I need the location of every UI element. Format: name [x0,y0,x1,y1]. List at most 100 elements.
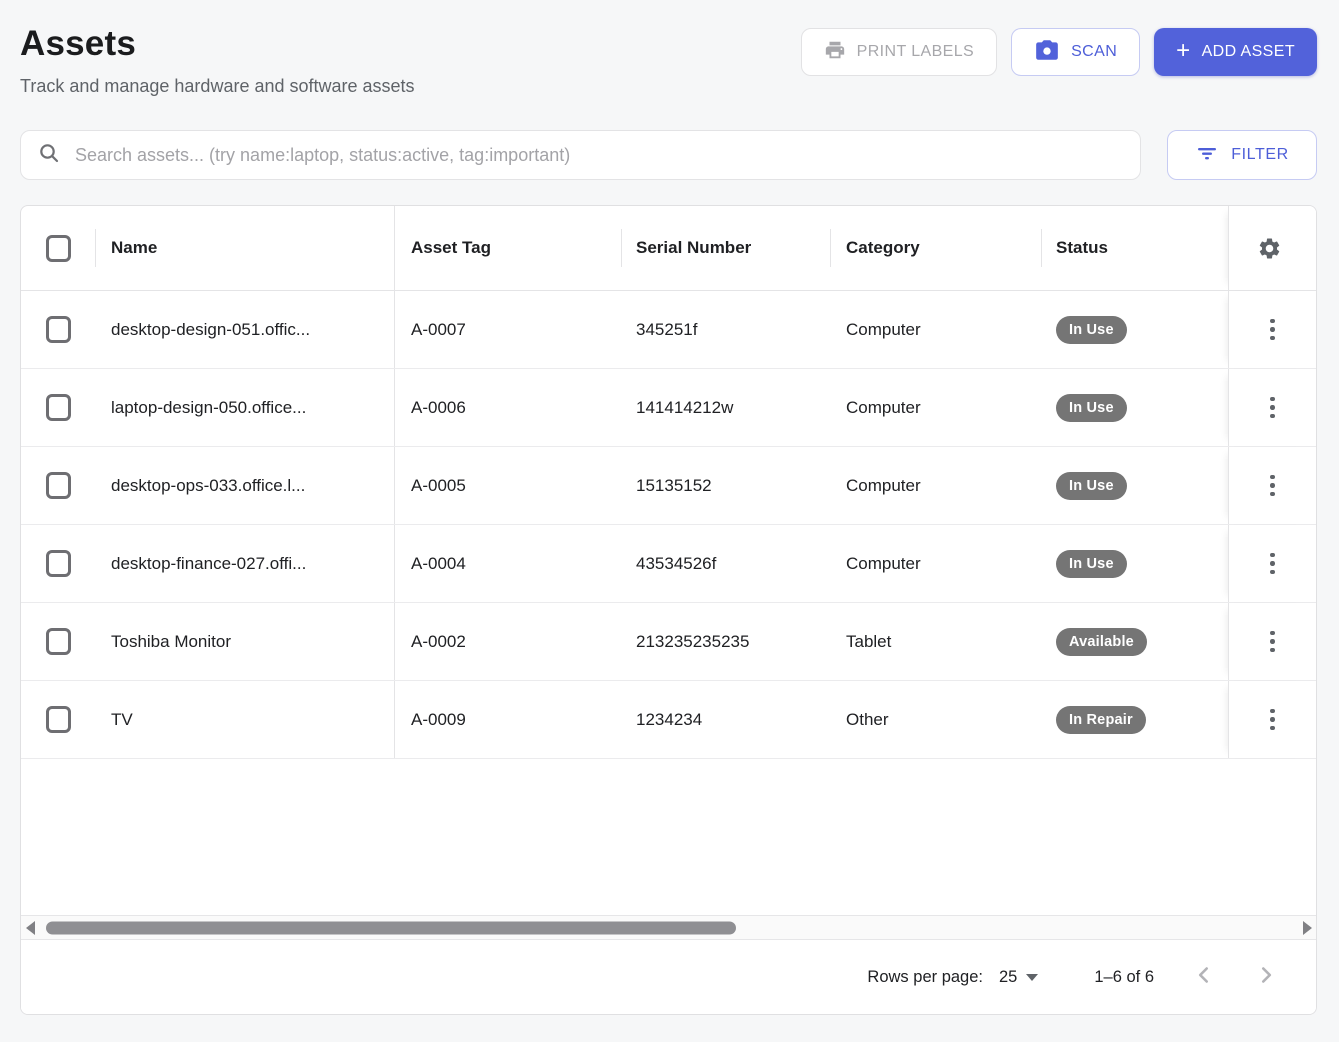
select-all-checkbox[interactable] [46,235,71,262]
pagination-range: 1–6 of 6 [1094,968,1154,987]
chevron-down-icon [1026,974,1038,981]
row-checkbox[interactable] [46,550,71,577]
kebab-menu-icon[interactable] [1264,313,1281,347]
rows-per-page-label: Rows per page: [867,968,983,987]
cell-name[interactable]: desktop-design-051.offic... [95,291,395,368]
filter-button[interactable]: FILTER [1167,130,1317,180]
row-select-cell [21,525,95,602]
kebab-menu-icon[interactable] [1264,703,1281,737]
cell-category: Computer [830,291,1041,368]
cell-name[interactable]: desktop-finance-027.offi... [95,525,395,602]
header-asset-tag[interactable]: Asset Tag [395,206,621,290]
cell-status: In Use [1041,447,1228,524]
header-name[interactable]: Name [95,206,395,290]
cell-name[interactable]: TV [95,681,395,758]
previous-page-button[interactable] [1184,957,1224,997]
cell-status: In Use [1041,525,1228,602]
triangle-left-icon [26,921,35,935]
table-row: TV A-0009 1234234 Other In Repair [21,681,1316,759]
cell-asset-tag: A-0006 [395,369,621,446]
title-block: Assets Track and manage hardware and sof… [20,24,415,97]
search-input[interactable] [75,145,1124,166]
cell-asset-tag: A-0009 [395,681,621,758]
table-empty-space [21,759,1316,915]
cell-actions [1228,603,1316,680]
cell-actions [1228,525,1316,602]
row-checkbox[interactable] [46,706,71,733]
kebab-menu-icon[interactable] [1264,469,1281,503]
rows-per-page-value: 25 [999,968,1017,987]
scroll-left-button[interactable] [21,921,39,935]
cell-actions [1228,291,1316,368]
horizontal-scrollbar [21,915,1316,940]
scrollbar-track[interactable] [39,916,1298,939]
search-row: FILTER [20,130,1317,180]
print-labels-button[interactable]: PRINT LABELS [801,28,997,76]
cell-serial-number: 1234234 [621,681,830,758]
assets-page: Assets Track and manage hardware and sof… [0,0,1339,1042]
pagination-bar: Rows per page: 25 1–6 of 6 [21,940,1316,1014]
chevron-right-icon [1253,962,1279,993]
cell-name[interactable]: Toshiba Monitor [95,603,395,680]
table-row: desktop-ops-033.office.l... A-0005 15135… [21,447,1316,525]
scrollbar-thumb[interactable] [46,921,736,934]
table-row: desktop-finance-027.offi... A-0004 43534… [21,525,1316,603]
scan-button[interactable]: SCAN [1011,28,1140,76]
cell-category: Computer [830,369,1041,446]
filter-lines-icon [1195,141,1219,170]
cell-asset-tag: A-0007 [395,291,621,368]
cell-category: Computer [830,447,1041,524]
cell-serial-number: 213235235235 [621,603,830,680]
cell-status: In Use [1041,291,1228,368]
cell-asset-tag: A-0005 [395,447,621,524]
search-box[interactable] [20,130,1141,180]
page-title: Assets [20,24,415,64]
row-checkbox[interactable] [46,394,71,421]
table-row: desktop-design-051.offic... A-0007 34525… [21,291,1316,369]
scan-label: SCAN [1071,43,1117,61]
header-status[interactable]: Status [1041,206,1228,290]
search-icon [37,141,61,170]
filter-label: FILTER [1231,146,1289,164]
cell-actions [1228,369,1316,446]
chevron-left-icon [1191,962,1217,993]
cell-name[interactable]: laptop-design-050.office... [95,369,395,446]
gear-icon[interactable] [1257,236,1282,261]
status-badge: In Repair [1056,706,1146,734]
cell-asset-tag: A-0002 [395,603,621,680]
toolbar: PRINT LABELS SCAN + ADD ASSET [801,28,1317,76]
header-serial-number[interactable]: Serial Number [621,206,830,290]
kebab-menu-icon[interactable] [1264,625,1281,659]
page-header: Assets Track and manage hardware and sof… [20,24,1317,97]
status-badge: In Use [1056,550,1127,578]
page-subtitle: Track and manage hardware and software a… [20,76,415,97]
cell-category: Computer [830,525,1041,602]
table-row: Toshiba Monitor A-0002 213235235235 Tabl… [21,603,1316,681]
camera-icon [1034,37,1060,68]
next-page-button[interactable] [1246,957,1286,997]
cell-serial-number: 141414212w [621,369,830,446]
cell-category: Other [830,681,1041,758]
header-actions-cell [1228,206,1316,290]
kebab-menu-icon[interactable] [1264,391,1281,425]
cell-status: In Use [1041,369,1228,446]
scroll-right-button[interactable] [1298,921,1316,935]
status-badge: Available [1056,628,1147,656]
printer-icon [824,39,846,66]
add-asset-button[interactable]: + ADD ASSET [1154,28,1317,76]
pagination-nav [1184,957,1286,997]
rows-per-page-select[interactable]: 25 [999,968,1038,987]
table-header-row: Name Asset Tag Serial Number Category St… [21,206,1316,291]
row-select-cell [21,603,95,680]
plus-icon: + [1176,39,1190,63]
cell-category: Tablet [830,603,1041,680]
row-checkbox[interactable] [46,316,71,343]
row-checkbox[interactable] [46,472,71,499]
header-category[interactable]: Category [830,206,1041,290]
table-body: desktop-design-051.offic... A-0007 34525… [21,291,1316,759]
kebab-menu-icon[interactable] [1264,547,1281,581]
status-badge: In Use [1056,316,1127,344]
cell-status: In Repair [1041,681,1228,758]
cell-name[interactable]: desktop-ops-033.office.l... [95,447,395,524]
row-checkbox[interactable] [46,628,71,655]
